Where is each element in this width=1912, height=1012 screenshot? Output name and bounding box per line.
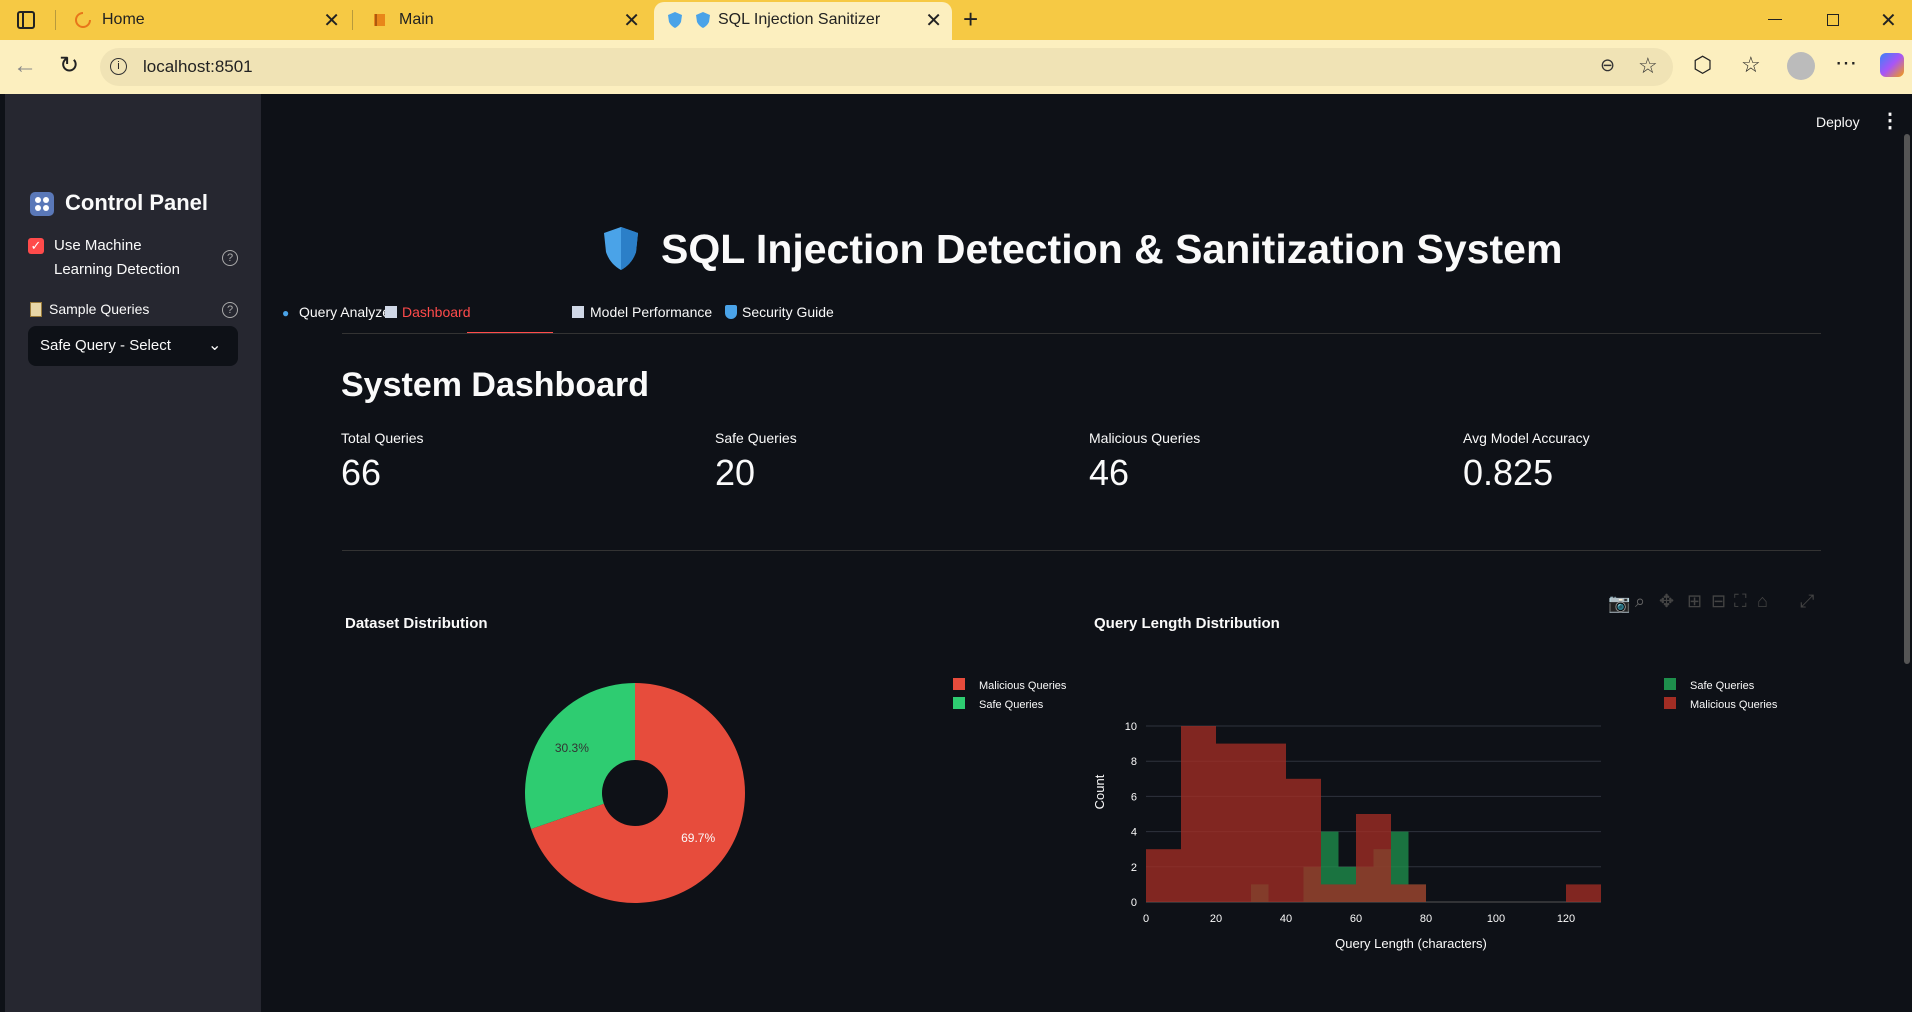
histogram-bar[interactable] [1286,778,1321,902]
x-tick-label: 40 [1280,913,1292,925]
histogram-ylabel: Count [1092,774,1107,809]
y-tick-label: 2 [1131,862,1137,874]
book-icon [371,11,389,29]
scrollbar[interactable] [1904,134,1910,664]
pie-slice-label: 30.3% [555,741,589,755]
legend-swatch[interactable] [1664,697,1676,709]
browser-tab-main[interactable]: Main ✕ [355,0,650,40]
chevron-down-icon: ⌄ [208,337,222,354]
back-icon[interactable]: ← [13,52,37,80]
help-icon[interactable]: ? [222,302,238,318]
y-tick-label: 0 [1131,897,1137,909]
loading-spinner-icon [74,11,92,29]
new-tab-icon[interactable]: + [963,4,978,35]
sample-queries-label: Sample Queries [49,301,150,317]
legend-swatch[interactable] [953,697,965,709]
histogram-bar[interactable] [1321,884,1356,902]
histogram-bar[interactable] [1181,726,1216,902]
x-tick-label: 120 [1557,913,1575,925]
pie-slice-label: 69.7% [681,831,715,845]
sidebar-title: Control Panel [65,190,209,215]
selected-sample: Safe Query - Select [40,337,171,354]
browser-tab-label: SQL Injection Sanitizer [718,11,881,28]
url-field[interactable]: i localhost:8501 ⊖ ☆ [100,48,1673,86]
info-icon: i [110,58,127,75]
close-icon[interactable]: ✕ [323,8,340,33]
refresh-icon[interactable]: ↻ [59,51,79,80]
url-text: localhost:8501 [143,57,253,76]
y-tick-label: 6 [1131,791,1137,803]
restore-icon[interactable] [1827,14,1839,26]
help-icon[interactable]: ? [222,250,238,266]
extensions-icon[interactable]: ⬡ [1693,52,1712,78]
x-tick-label: 80 [1420,913,1432,925]
window-close-icon[interactable]: ✕ [1880,8,1897,33]
close-icon[interactable]: ✕ [623,8,640,33]
control-panel-icon [30,192,54,216]
shield-icon [694,11,712,29]
legend-swatch[interactable] [1664,678,1676,690]
histogram-xlabel: Query Length (characters) [1335,936,1487,951]
sidebar-toggle-icon[interactable] [17,11,35,29]
favorite-star-icon[interactable]: ☆ [1638,53,1658,79]
sidebar: Control Panel ✓ Use Machine Learning Det… [5,94,261,1012]
zoom-out-icon[interactable]: ⊖ [1600,55,1615,76]
close-icon[interactable]: ✕ [925,8,942,33]
legend-swatch[interactable] [953,678,965,690]
browser-tab-label: Home [102,11,145,28]
sample-queries-select[interactable]: Safe Query - Select ⌄ [28,326,238,366]
y-tick-label: 8 [1131,756,1137,768]
ml-detection-checkbox[interactable]: ✓ [28,238,44,254]
legend-label[interactable]: Safe Queries [979,699,1044,711]
histogram-bar[interactable] [1566,884,1601,902]
x-tick-label: 20 [1210,913,1222,925]
ml-detection-label[interactable]: Use Machine Learning Detection [54,234,204,282]
histogram-bar[interactable] [1146,849,1181,902]
profile-avatar[interactable] [1787,52,1815,80]
y-tick-label: 4 [1131,827,1137,839]
browser-tab-home[interactable]: Home ✕ [58,0,350,40]
browser-address-bar: ← ↻ i localhost:8501 ⊖ ☆ ⬡ ☆ ⋯ [0,40,1912,94]
legend-label[interactable]: Malicious Queries [1690,699,1778,711]
x-tick-label: 0 [1143,913,1149,925]
copilot-icon[interactable] [1880,53,1904,77]
legend-label[interactable]: Malicious Queries [979,680,1067,692]
browser-tab-sanitizer[interactable]: SQL Injection Sanitizer ✕ [654,2,952,40]
minimize-icon[interactable] [1768,19,1782,20]
shield-icon [666,11,684,29]
more-options-icon[interactable]: ⋯ [1835,50,1857,76]
histogram-title: Query Length Distribution [1094,615,1280,632]
main-content: Deploy ⋮ SQL Injection Detection & Sanit… [261,94,1912,1012]
pie-chart-title: Dataset Distribution [345,615,488,632]
histogram-bar[interactable] [1356,814,1391,902]
histogram-bar[interactable] [1216,743,1286,902]
y-tick-label: 10 [1125,721,1137,733]
favorites-icon[interactable]: ☆ [1741,52,1761,78]
histogram-bar[interactable] [1391,884,1426,902]
x-tick-label: 60 [1350,913,1362,925]
pie-slice[interactable] [524,683,635,829]
browser-tab-bar: Home ✕ Main ✕ SQL Injection Sanitizer ✕ … [0,0,1912,40]
charts-svg: Dataset Distribution 69.7% 30.3% Maliciou… [345,615,1778,951]
x-tick-label: 100 [1487,913,1505,925]
legend-label[interactable]: Safe Queries [1690,680,1755,692]
clipboard-icon [30,302,42,317]
browser-tab-label: Main [399,11,434,28]
